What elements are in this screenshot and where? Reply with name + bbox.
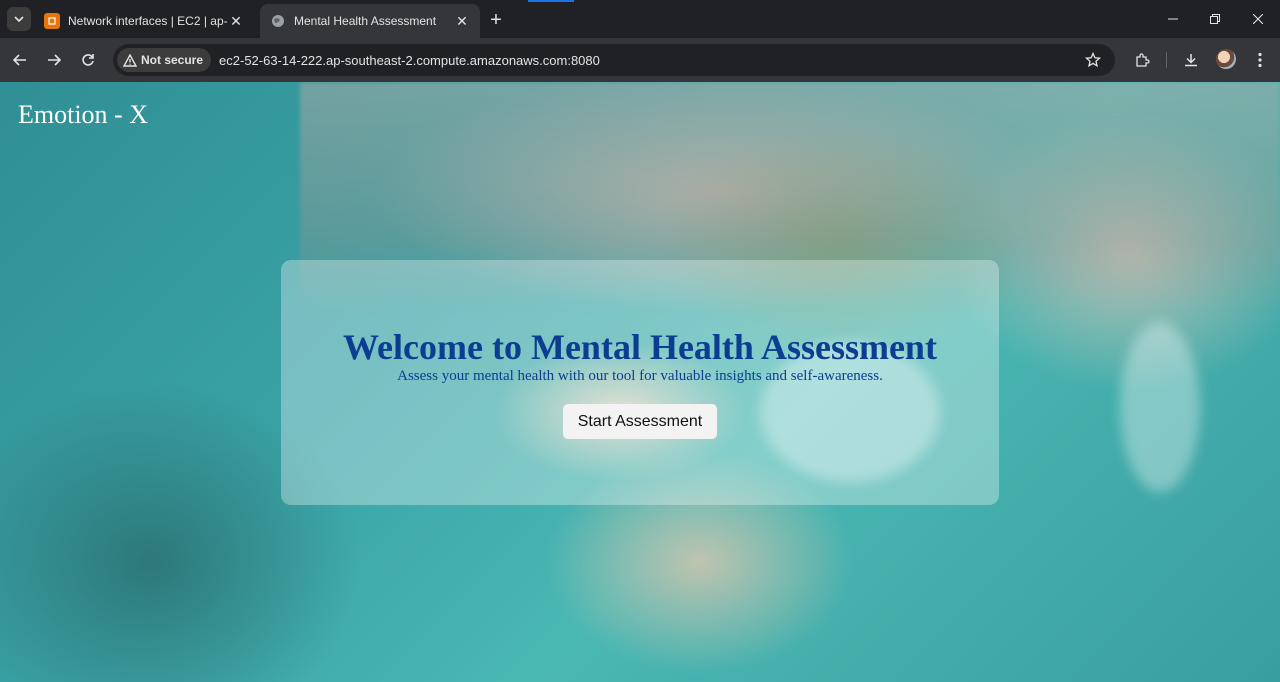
tab-network-interfaces[interactable]: Network interfaces | EC2 | ap-sc ✕ [34,4,254,38]
bookmark-star-icon[interactable] [1081,48,1105,72]
address-bar[interactable]: Not secure ec2-52-63-14-222.ap-southeast… [113,44,1115,76]
not-secure-chip[interactable]: Not secure [117,48,212,72]
start-assessment-button[interactable]: Start Assessment [563,404,717,439]
close-window-icon[interactable] [1236,0,1280,38]
forward-icon[interactable] [40,46,68,74]
back-icon[interactable] [6,46,34,74]
aws-icon [44,13,60,29]
not-secure-label: Not secure [141,53,204,67]
extensions-icon[interactable] [1128,46,1156,74]
page-title: Welcome to Mental Health Assessment [343,327,937,367]
page-subtitle: Assess your mental health with our tool … [397,368,883,384]
browser-toolbar: Not secure ec2-52-63-14-222.ap-southeast… [0,38,1280,82]
profile-avatar[interactable] [1216,49,1236,69]
tab-mental-health-assessment[interactable]: Mental Health Assessment ✕ [260,4,480,38]
warning-icon [123,53,137,67]
tab-title: Network interfaces | EC2 | ap-sc [68,14,228,28]
chevron-down-icon [14,16,24,23]
tab-search-button[interactable] [7,7,31,31]
background-foam [1120,322,1200,492]
minimize-icon[interactable] [1151,0,1195,38]
close-tab-icon[interactable]: ✕ [228,13,244,29]
url-text[interactable]: ec2-52-63-14-222.ap-southeast-2.compute.… [219,53,600,68]
welcome-card: Welcome to Mental Health Assessment Asse… [281,260,999,505]
close-tab-icon[interactable]: ✕ [454,13,470,29]
globe-icon [270,13,286,29]
page-viewport: Emotion - X Welcome to Mental Health Ass… [0,82,1280,682]
tab-title: Mental Health Assessment [294,14,437,28]
download-icon[interactable] [1177,46,1205,74]
tab-group-indicator [528,0,574,2]
menu-kebab-icon[interactable] [1246,46,1274,74]
new-tab-icon[interactable]: + [484,8,508,32]
toolbar-divider [1166,52,1167,68]
tab-strip: Network interfaces | EC2 | ap-sc ✕ Menta… [0,0,1280,38]
site-brand[interactable]: Emotion - X [18,100,148,130]
restore-icon[interactable] [1193,0,1237,38]
reload-icon[interactable] [74,46,102,74]
